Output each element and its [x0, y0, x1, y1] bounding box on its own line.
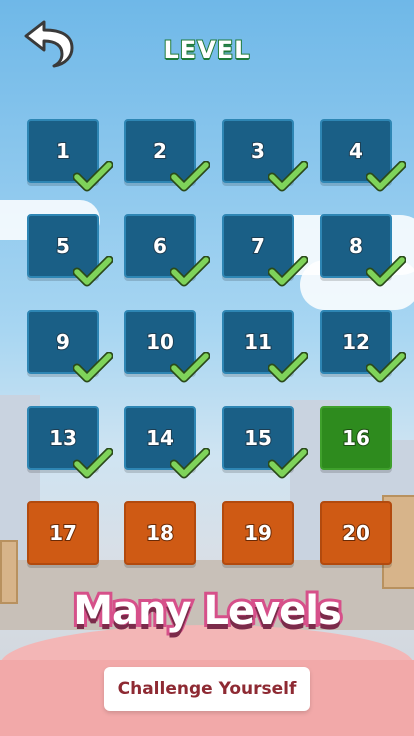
level-number: 12 — [341, 329, 371, 355]
level-tile-17[interactable]: 17 — [27, 501, 99, 565]
promo-headline: Many Levels — [70, 585, 345, 637]
level-number: 4 — [348, 138, 364, 164]
level-number: 8 — [348, 233, 364, 259]
checkmark-icon — [366, 352, 406, 383]
level-tile-2[interactable]: 2 — [124, 119, 210, 192]
level-tile-1[interactable]: 1 — [27, 119, 113, 192]
level-number: 10 — [145, 329, 175, 355]
level-number: 3 — [250, 138, 266, 164]
checkmark-icon — [170, 352, 210, 383]
checkmark-icon — [170, 256, 210, 287]
level-number: 9 — [55, 329, 71, 355]
level-number: 19 — [243, 520, 273, 546]
level-tile-18[interactable]: 18 — [124, 501, 196, 565]
checkmark-icon — [366, 256, 406, 287]
level-tile-6[interactable]: 6 — [124, 214, 210, 287]
level-number: 17 — [48, 520, 78, 546]
level-number: 11 — [243, 329, 273, 355]
challenge-yourself-button[interactable]: Challenge Yourself — [104, 667, 310, 711]
level-number: 16 — [341, 425, 371, 451]
level-tile-8[interactable]: 8 — [320, 214, 406, 287]
level-tile-7[interactable]: 7 — [222, 214, 308, 287]
checkmark-icon — [268, 352, 308, 383]
level-tile-10[interactable]: 10 — [124, 310, 210, 383]
level-number: 5 — [55, 233, 71, 259]
checkmark-icon — [73, 161, 113, 192]
level-number: 7 — [250, 233, 266, 259]
checkmark-icon — [73, 352, 113, 383]
checkmark-icon — [268, 448, 308, 479]
checkmark-icon — [268, 256, 308, 287]
checkmark-icon — [73, 256, 113, 287]
level-number: 6 — [152, 233, 168, 259]
level-tile-12[interactable]: 12 — [320, 310, 406, 383]
checkmark-icon — [170, 448, 210, 479]
level-number: 15 — [243, 425, 273, 451]
level-tile-4[interactable]: 4 — [320, 119, 406, 192]
checkmark-icon — [366, 161, 406, 192]
level-number: 18 — [145, 520, 175, 546]
level-tile-13[interactable]: 13 — [27, 406, 113, 479]
level-number: 13 — [48, 425, 78, 451]
level-tile-11[interactable]: 11 — [222, 310, 308, 383]
checkmark-icon — [170, 161, 210, 192]
level-tile-3[interactable]: 3 — [222, 119, 308, 192]
level-tile-20[interactable]: 20 — [320, 501, 392, 565]
level-tile-9[interactable]: 9 — [27, 310, 113, 383]
level-number: 20 — [341, 520, 371, 546]
level-number: 1 — [55, 138, 71, 164]
challenge-yourself-label: Challenge Yourself — [117, 679, 297, 699]
level-tile-14[interactable]: 14 — [124, 406, 210, 479]
level-tile-16[interactable]: 16 — [320, 406, 392, 470]
level-number: 14 — [145, 425, 175, 451]
level-tile-15[interactable]: 15 — [222, 406, 308, 479]
level-tile-5[interactable]: 5 — [27, 214, 113, 287]
page-title: LEVEL — [163, 35, 251, 65]
level-number: 2 — [152, 138, 168, 164]
checkmark-icon — [73, 448, 113, 479]
level-tile-19[interactable]: 19 — [222, 501, 294, 565]
checkmark-icon — [268, 161, 308, 192]
